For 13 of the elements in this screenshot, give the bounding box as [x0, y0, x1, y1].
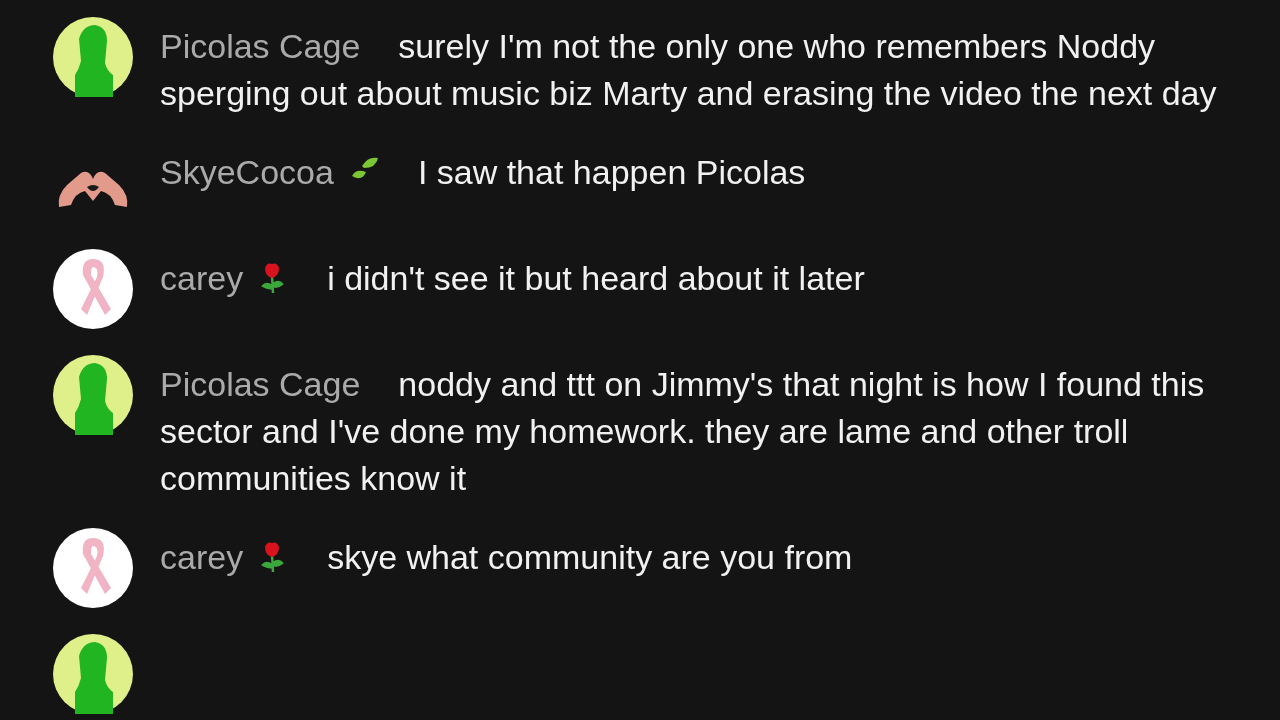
- avatar-icon: [53, 17, 133, 97]
- author-name: carey: [160, 538, 244, 576]
- avatar-icon: [53, 355, 133, 435]
- author-name: SkyeCocoa: [160, 153, 334, 191]
- message-text: I saw that happen Picolas: [417, 153, 806, 191]
- ribbon-icon: [53, 528, 133, 608]
- ribbon-icon: [53, 249, 133, 329]
- chat-message: Picolas Cage surely I'm not the only one who remembers Noddy sperging out about music biz Marty and erasing the video the next day: [160, 26, 1218, 114]
- message-text: i didn't see it but heard about it later: [327, 259, 865, 297]
- author-name: carey: [160, 259, 244, 297]
- avatar-icon: [53, 634, 133, 714]
- message-text: skye what community are you from: [327, 538, 853, 576]
- chat-message: Picolas Cage noddy and ttt on Jimmy's that night is how I found this sector and I've done my homework. they are lame and other troll communities know it: [160, 364, 1206, 499]
